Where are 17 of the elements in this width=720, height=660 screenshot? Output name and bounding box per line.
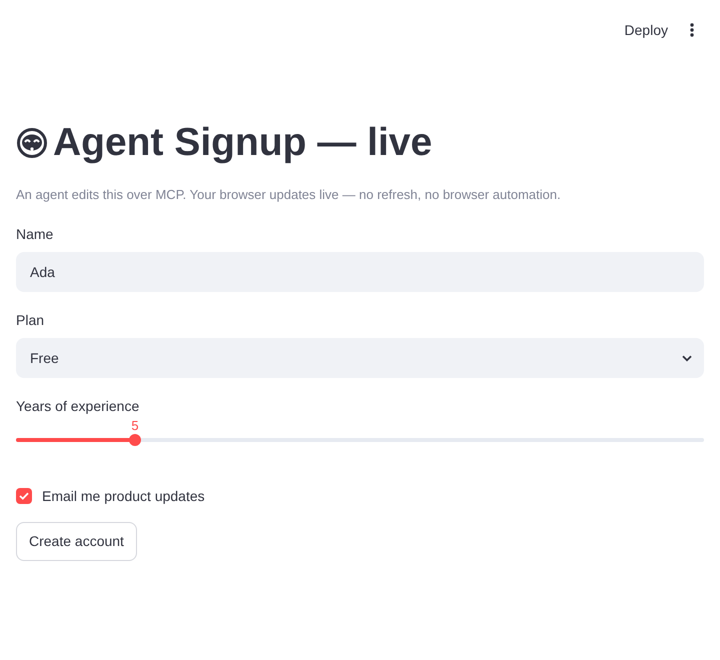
page-title: Agent Signup — live <box>53 120 432 166</box>
checkbox-label: Email me product updates <box>42 487 205 505</box>
smiling-face-icon <box>16 127 48 159</box>
plan-select[interactable]: Free <box>16 338 704 378</box>
page-subtitle: An agent edits this over MCP. Your browser updates live — no refresh, no browser automation. <box>16 186 562 204</box>
checkbox[interactable] <box>16 488 32 504</box>
field-label: Plan <box>16 311 46 329</box>
field-label: Years of experience <box>16 397 140 415</box>
slider-thumb[interactable] <box>129 434 142 446</box>
slider-value: 5 <box>131 418 139 434</box>
checkmark-icon <box>19 492 29 500</box>
field-label: Name <box>16 225 54 243</box>
chevron-down-icon <box>682 354 692 362</box>
more-vertical-icon <box>690 23 694 37</box>
name-input[interactable]: Ada <box>16 252 704 292</box>
create-account-button[interactable]: Create account <box>16 522 137 561</box>
deploy-button[interactable]: Deploy <box>618 16 674 44</box>
